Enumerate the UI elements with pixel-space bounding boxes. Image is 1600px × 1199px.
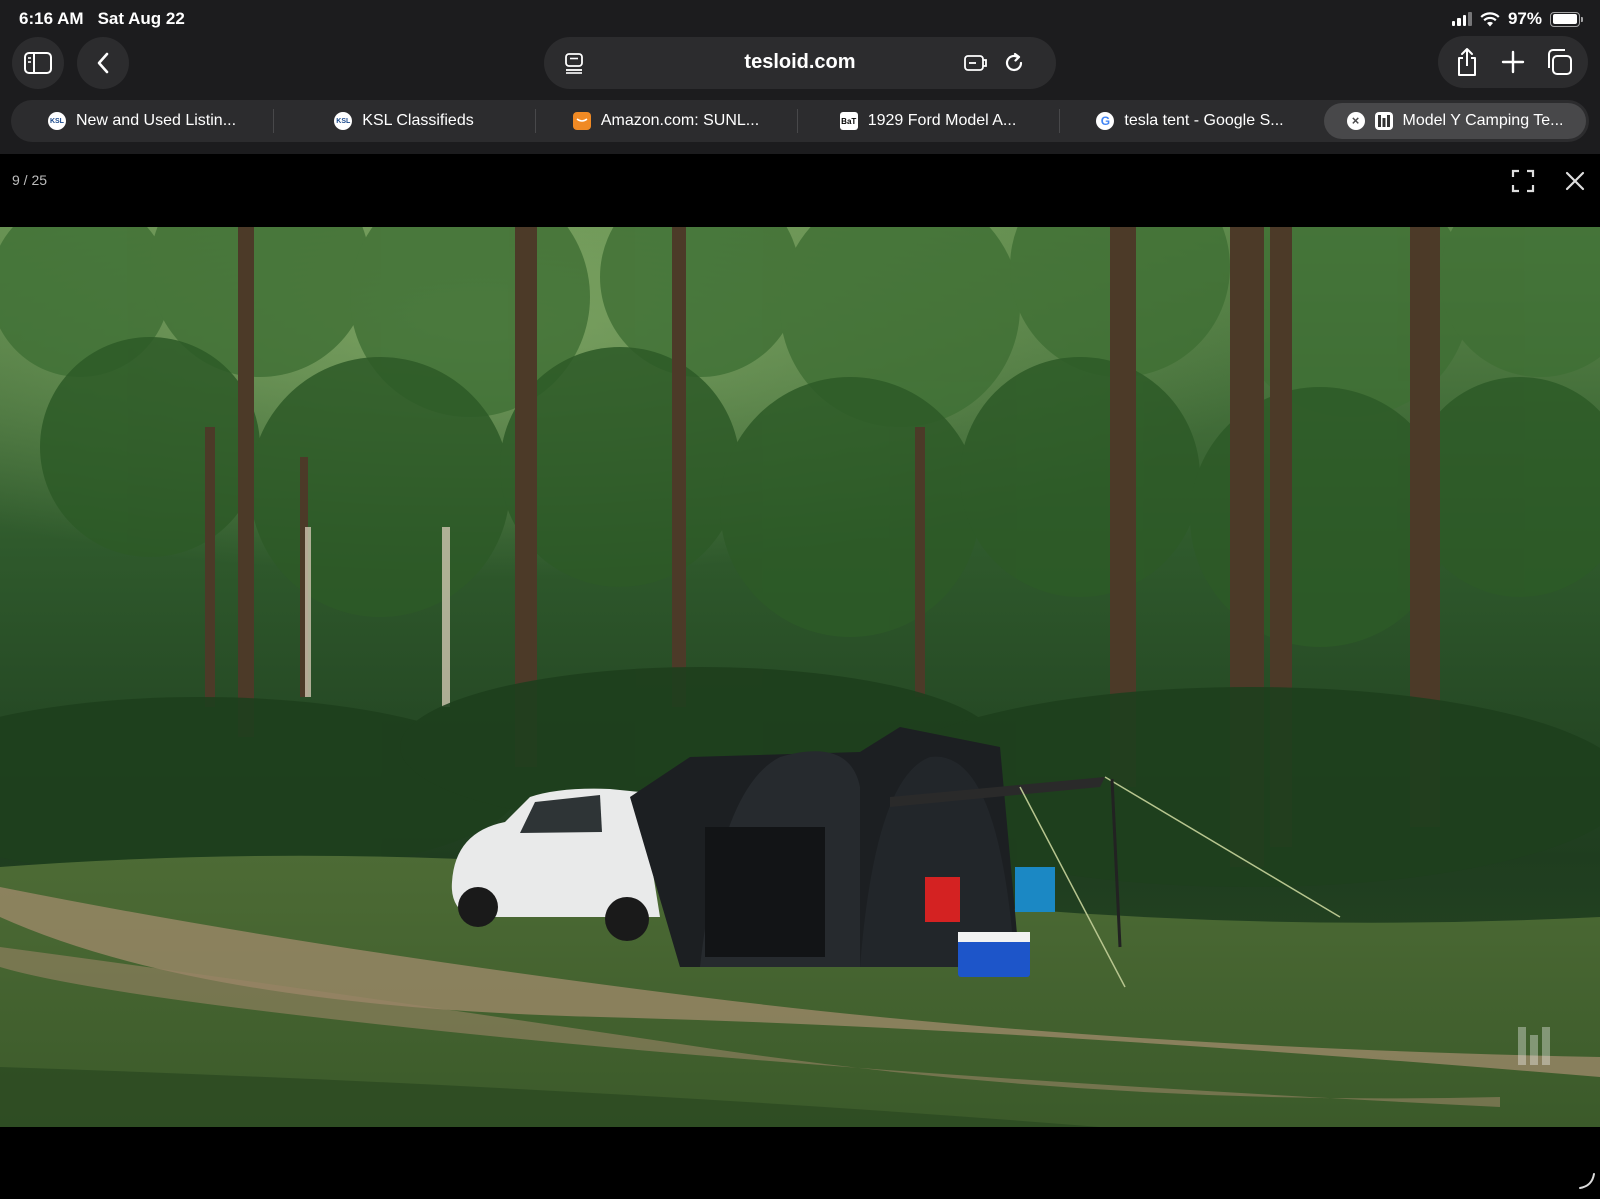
site-favicon-icon — [1374, 112, 1393, 130]
share-button[interactable] — [1447, 42, 1487, 82]
gallery-photo — [0, 227, 1600, 1127]
reload-button[interactable] — [1000, 49, 1028, 77]
resize-handle-icon[interactable] — [1578, 1172, 1596, 1190]
fullscreen-button[interactable] — [1510, 168, 1536, 194]
tab-model-y-camping-tent[interactable]: × Model Y Camping Te... — [1324, 103, 1586, 139]
sidebar-icon — [24, 52, 52, 74]
tab-1929-ford-model-a[interactable]: BaT 1929 Ford Model A... — [797, 100, 1059, 142]
plus-icon — [1501, 50, 1525, 74]
status-bar: 6:16 AM Sat Aug 22 97% — [0, 0, 1600, 36]
close-viewer-button[interactable] — [1562, 168, 1588, 194]
tabs-overview-button[interactable] — [1539, 42, 1579, 82]
image-counter: 9 / 25 — [12, 172, 48, 188]
tab-label: 1929 Ford Model A... — [867, 112, 1017, 129]
tab-tesla-tent-google[interactable]: G tesla tent - Google S... — [1059, 100, 1321, 142]
new-tab-button[interactable] — [1493, 42, 1533, 82]
tab-label: New and Used Listin... — [75, 112, 237, 129]
browser-chrome: 6:16 AM Sat Aug 22 97% tesloid.com KSL N… — [0, 0, 1600, 154]
image-viewer-footer — [0, 1127, 1600, 1199]
status-time: 6:16 AM — [19, 9, 84, 28]
image-viewer-toolbar — [0, 154, 1600, 226]
back-button[interactable] — [77, 37, 129, 89]
close-tab-button[interactable]: × — [1346, 112, 1365, 130]
chevron-left-icon — [97, 52, 109, 74]
close-icon — [1565, 171, 1585, 191]
share-icon — [1458, 48, 1476, 76]
tab-label: tesla tent - Google S... — [1124, 112, 1284, 129]
extension-icon — [964, 55, 987, 71]
fullscreen-icon — [1511, 169, 1535, 193]
tab-ksl-classifieds[interactable]: KSL KSL Classifieds — [273, 100, 535, 142]
reload-icon — [1005, 52, 1023, 72]
tab-bar: KSL New and Used Listin... KSL KSL Class… — [11, 100, 1589, 142]
google-favicon-icon: G — [1096, 112, 1115, 130]
amazon-favicon-icon — [572, 112, 591, 130]
tab-amazon[interactable]: Amazon.com: SUNL... — [535, 100, 797, 142]
tab-new-and-used-listings[interactable]: KSL New and Used Listin... — [11, 100, 273, 142]
ksl-favicon-icon: KSL — [334, 112, 353, 130]
battery-icon — [1550, 11, 1583, 27]
toolbar-right — [1438, 36, 1588, 88]
tab-label: Model Y Camping Te... — [1402, 112, 1564, 129]
tab-label: KSL Classifieds — [362, 112, 474, 129]
tab-label: Amazon.com: SUNL... — [600, 112, 760, 129]
address-bar[interactable]: tesloid.com — [544, 37, 1056, 89]
ksl-favicon-icon: KSL — [47, 112, 66, 130]
wifi-icon — [1480, 11, 1500, 26]
sidebar-button[interactable] — [12, 37, 64, 89]
camping-photo — [0, 227, 1600, 1127]
battery-percent: 97% — [1507, 9, 1542, 28]
tabs-overview-icon — [1548, 49, 1572, 75]
extension-button[interactable] — [962, 49, 990, 77]
cellular-signal-icon — [1451, 12, 1472, 26]
status-date: Sat Aug 22 — [97, 9, 185, 28]
bat-favicon-icon: BaT — [839, 112, 858, 130]
